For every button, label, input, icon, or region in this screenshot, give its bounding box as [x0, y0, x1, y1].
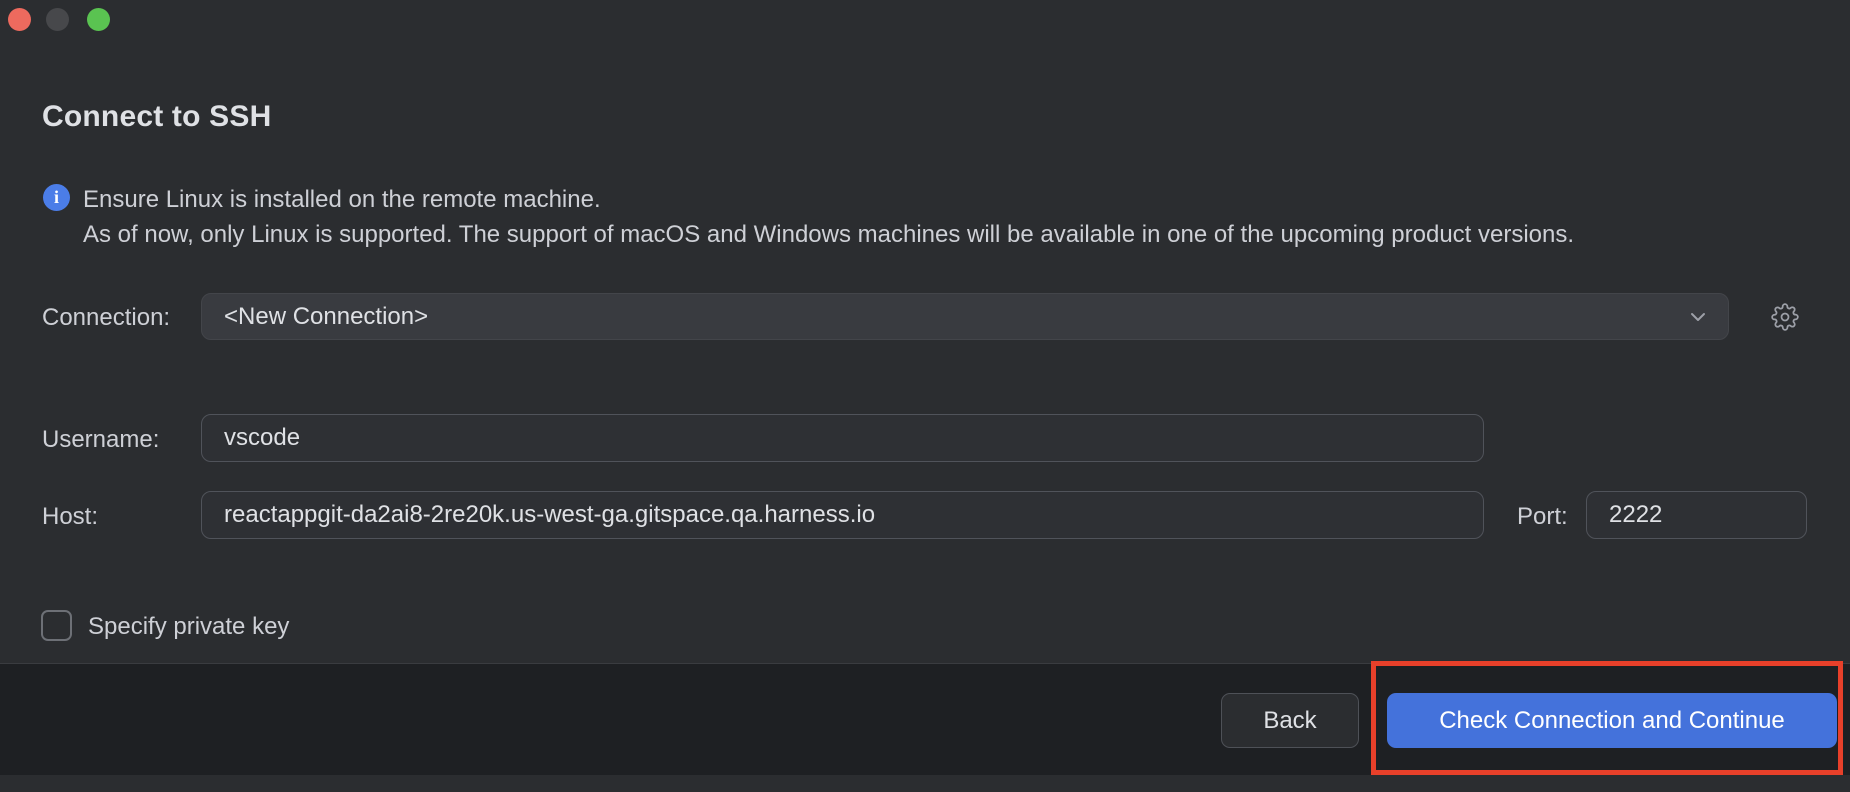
connection-dropdown-value: <New Connection> [224, 303, 1686, 331]
host-input[interactable] [201, 491, 1484, 539]
back-button[interactable]: Back [1221, 693, 1359, 748]
zoom-window-button[interactable] [87, 8, 110, 31]
info-line-1: Ensure Linux is installed on the remote … [83, 182, 1574, 217]
info-banner: Ensure Linux is installed on the remote … [83, 182, 1574, 252]
port-input[interactable] [1586, 491, 1807, 539]
connect-to-ssh-dialog: Connect to SSH i Ensure Linux is install… [0, 0, 1850, 792]
specify-private-key-checkbox[interactable] [41, 610, 72, 641]
connection-label: Connection: [42, 304, 170, 332]
specify-private-key-label[interactable]: Specify private key [88, 613, 289, 641]
connection-dropdown[interactable]: <New Connection> [201, 293, 1729, 340]
port-label: Port: [1517, 503, 1568, 531]
check-connection-and-continue-button[interactable]: Check Connection and Continue [1387, 693, 1837, 748]
page-title: Connect to SSH [42, 100, 271, 134]
username-label: Username: [42, 426, 159, 454]
dialog-footer: Back Check Connection and Continue [0, 663, 1850, 775]
info-icon: i [43, 184, 70, 211]
chevron-down-icon [1686, 305, 1710, 329]
info-line-2: As of now, only Linux is supported. The … [83, 217, 1574, 252]
username-input[interactable] [201, 414, 1484, 462]
minimize-window-button[interactable] [46, 8, 69, 31]
settings-gear-icon[interactable] [1771, 303, 1799, 331]
host-label: Host: [42, 503, 98, 531]
close-window-button[interactable] [8, 8, 31, 31]
